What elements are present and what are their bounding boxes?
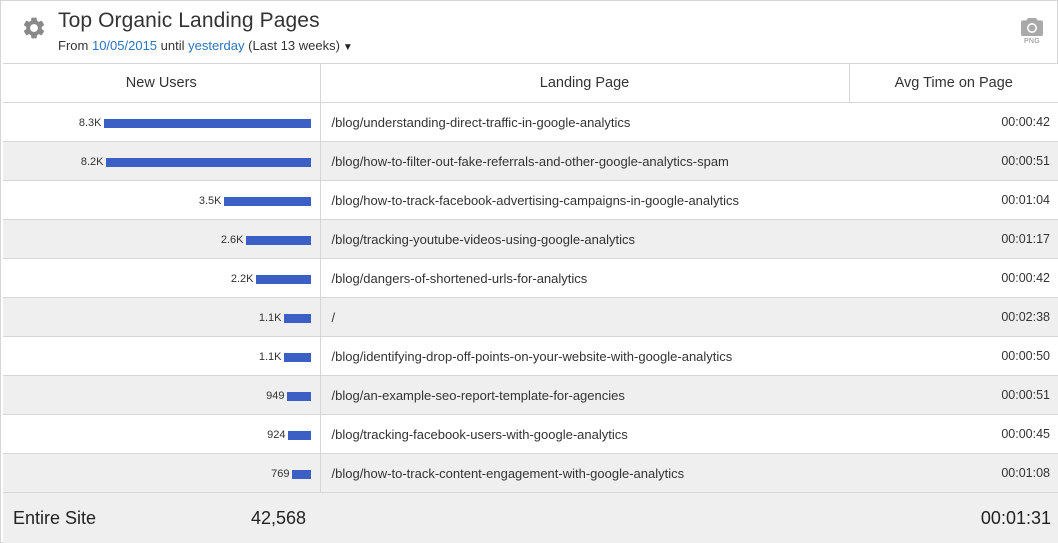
landing-page-cell[interactable]: /blog/an-example-seo-report-template-for…: [320, 375, 849, 415]
new-users-bar: [103, 118, 311, 128]
total-label: Entire Site: [13, 507, 97, 528]
landing-page-cell[interactable]: /blog/understanding-direct-traffic-in-go…: [320, 102, 849, 142]
avg-time-cell: 00:00:42: [849, 102, 1058, 142]
chevron-down-icon[interactable]: ▼: [343, 42, 353, 53]
new-users-value: 924: [267, 429, 286, 442]
avg-time-cell: 00:00:51: [849, 375, 1058, 415]
new-users-value: 1.1K: [258, 351, 282, 364]
new-users-bar: [287, 430, 311, 440]
avg-time-cell: 00:00:50: [849, 336, 1058, 376]
landing-page-cell[interactable]: /blog/how-to-track-facebook-advertising-…: [320, 180, 849, 220]
new-users-bar: [255, 274, 311, 284]
table-row[interactable]: 8.2K/blog/how-to-filter-out-fake-referra…: [3, 141, 1058, 181]
new-users-cell: 1.1K: [3, 297, 321, 337]
table-row[interactable]: 2.2K/blog/dangers-of-shortened-urls-for-…: [3, 258, 1058, 298]
table-row[interactable]: 769/blog/how-to-track-content-engagement…: [3, 453, 1058, 493]
new-users-bar: [105, 157, 311, 167]
total-users-value: 42,568: [250, 507, 306, 528]
new-users-bar: [245, 235, 311, 245]
export-png-label: PNG: [1023, 38, 1041, 45]
new-users-bar: [223, 196, 311, 206]
export-png-button[interactable]: PNG: [1019, 17, 1045, 53]
table-row[interactable]: 924/blog/tracking-facebook-users-with-go…: [3, 414, 1058, 454]
new-users-bar: [286, 391, 311, 401]
landing-page-cell[interactable]: /blog/tracking-facebook-users-with-googl…: [320, 414, 849, 454]
total-page-cell: [320, 492, 849, 543]
landing-page-cell[interactable]: /blog/how-to-filter-out-fake-referrals-a…: [320, 141, 849, 181]
camera-icon: [1021, 18, 1043, 36]
avg-time-cell: 00:01:17: [849, 219, 1058, 259]
new-users-cell: 8.3K: [3, 102, 321, 142]
table-row[interactable]: 949/blog/an-example-seo-report-template-…: [3, 375, 1058, 415]
table-row[interactable]: 8.3K/blog/understanding-direct-traffic-i…: [3, 102, 1058, 142]
avg-time-cell: 00:00:51: [849, 141, 1058, 181]
new-users-value: 949: [266, 390, 285, 403]
avg-time-cell: 00:00:45: [849, 414, 1058, 454]
new-users-cell: 8.2K: [3, 141, 321, 181]
until-date-link[interactable]: yesterday: [188, 38, 244, 53]
avg-time-cell: 00:00:42: [849, 258, 1058, 298]
table-body: 8.3K/blog/understanding-direct-traffic-i…: [3, 102, 1058, 493]
new-users-value: 8.3K: [78, 117, 102, 130]
table-row[interactable]: 1.1K/blog/identifying-drop-off-points-on…: [3, 336, 1058, 376]
avg-time-cell: 00:01:08: [849, 453, 1058, 493]
total-time-value: 00:01:31: [849, 492, 1058, 543]
widget-title: Top Organic Landing Pages: [58, 9, 320, 32]
new-users-cell: 2.2K: [3, 258, 321, 298]
column-header-landing-page[interactable]: Landing Page: [319, 63, 849, 103]
table-row[interactable]: 3.5K/blog/how-to-track-facebook-advertis…: [3, 180, 1058, 220]
new-users-cell: 3.5K: [3, 180, 321, 220]
landing-pages-widget: Top Organic Landing Pages From 10/05/201…: [0, 0, 1058, 543]
avg-time-cell: 00:01:04: [849, 180, 1058, 220]
new-users-value: 769: [271, 468, 290, 481]
new-users-value: 2.2K: [230, 273, 254, 286]
from-label: From: [58, 38, 89, 53]
new-users-cell: 2.6K: [3, 219, 321, 259]
table-row[interactable]: 2.6K/blog/tracking-youtube-videos-using-…: [3, 219, 1058, 259]
landing-page-cell[interactable]: /blog/dangers-of-shortened-urls-for-anal…: [320, 258, 849, 298]
date-range: From 10/05/2015 until yesterday (Last 13…: [58, 38, 353, 53]
table-row[interactable]: 1.1K /00:02:38: [3, 297, 1058, 337]
until-label: until: [160, 38, 185, 53]
avg-time-cell: 00:02:38: [849, 297, 1058, 337]
table-header-row: New Users Landing Page Avg Time on Page: [3, 63, 1058, 103]
new-users-cell: 769: [3, 453, 321, 493]
new-users-value: 8.2K: [80, 156, 104, 169]
new-users-value: 3.5K: [198, 195, 222, 208]
total-users-cell: Entire Site 42,568: [3, 492, 320, 543]
new-users-value: 2.6K: [220, 234, 244, 247]
total-row: Entire Site 42,568 00:01:31: [3, 492, 1058, 543]
range-note: (Last 13 weeks): [248, 38, 340, 53]
gear-icon[interactable]: [21, 15, 47, 41]
landing-page-cell[interactable]: /: [320, 297, 849, 337]
column-header-new-users[interactable]: New Users: [3, 63, 320, 103]
landing-pages-table: New Users Landing Page Avg Time on Page …: [3, 63, 1058, 543]
new-users-cell: 1.1K: [3, 336, 321, 376]
landing-page-cell[interactable]: /blog/how-to-track-content-engagement-wi…: [320, 453, 849, 493]
from-date-link[interactable]: 10/05/2015: [92, 38, 157, 53]
new-users-bar: [283, 313, 311, 323]
landing-page-cell[interactable]: /blog/tracking-youtube-videos-using-goog…: [320, 219, 849, 259]
widget-header: Top Organic Landing Pages From 10/05/201…: [1, 1, 1057, 63]
landing-page-cell[interactable]: /blog/identifying-drop-off-points-on-you…: [320, 336, 849, 376]
new-users-bar: [291, 469, 311, 479]
new-users-bar: [283, 352, 311, 362]
new-users-value: 1.1K: [258, 312, 282, 325]
new-users-cell: 924: [3, 414, 321, 454]
column-header-avg-time[interactable]: Avg Time on Page: [848, 63, 1058, 103]
new-users-cell: 949: [3, 375, 321, 415]
